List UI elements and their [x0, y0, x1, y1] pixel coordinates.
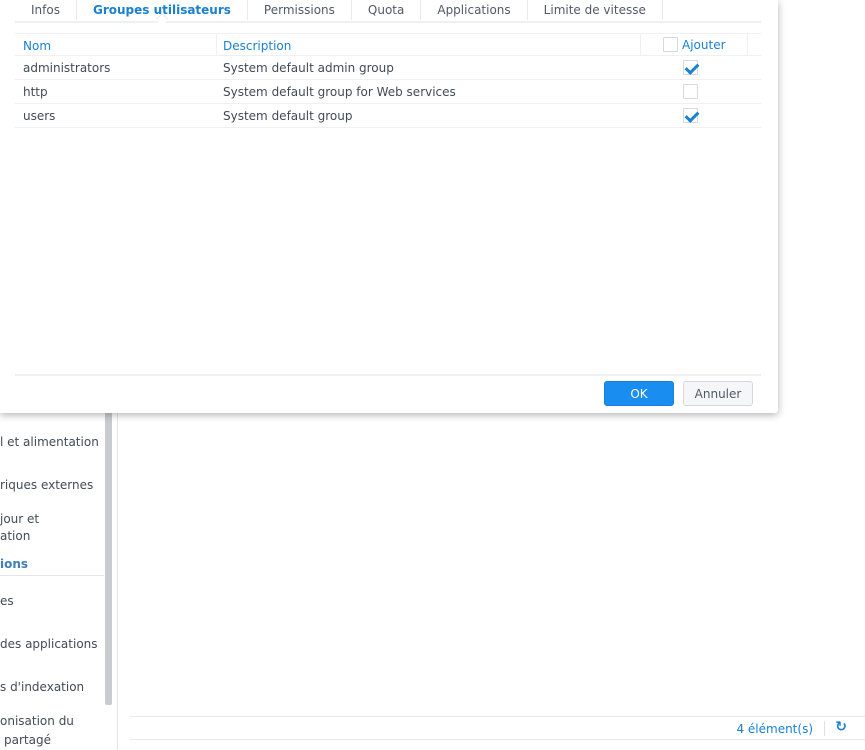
- divider: [0, 575, 104, 576]
- sidebar-item-external-devices[interactable]: riques externes: [0, 477, 93, 494]
- column-add-label: Ajouter: [682, 37, 726, 52]
- sidebar-item-update-line1[interactable]: jour et: [0, 511, 39, 528]
- column-add: Ajouter: [663, 37, 726, 52]
- sidebar-item-sync-line2[interactable]: partagé: [4, 732, 51, 749]
- divider: [824, 721, 825, 736]
- group-name: administrators: [23, 61, 111, 75]
- tab-bar: Infos Groupes utilisateurs Permissions Q…: [15, 0, 761, 23]
- add-checkbox[interactable]: [683, 60, 698, 75]
- groups-table: Nom Description Ajouter administrators S…: [15, 33, 761, 128]
- group-name: users: [23, 109, 56, 123]
- user-edit-dialog: Infos Groupes utilisateurs Permissions Q…: [0, 0, 778, 413]
- table-header: Nom Description Ajouter: [15, 33, 761, 56]
- tab-quota[interactable]: Quota: [352, 0, 422, 20]
- column-separator[interactable]: [216, 34, 217, 56]
- tab-info[interactable]: Infos: [15, 0, 77, 20]
- column-separator[interactable]: [747, 34, 748, 56]
- sidebar-scrollbar[interactable]: [105, 400, 112, 705]
- tab-permissions[interactable]: Permissions: [248, 0, 352, 20]
- tab-user-groups[interactable]: Groupes utilisateurs: [77, 0, 248, 20]
- sidebar-section-applications: ions: [0, 557, 29, 571]
- sidebar-item-update-line2[interactable]: ation: [0, 528, 30, 545]
- sidebar-item-application-portal[interactable]: des applications: [0, 636, 98, 653]
- group-description: System default group for Web services: [223, 85, 456, 99]
- tab-speed-limit[interactable]: Limite de vitesse: [528, 0, 663, 20]
- item-count: 4 élément(s): [736, 722, 813, 736]
- select-all-checkbox[interactable]: [663, 37, 678, 52]
- column-description[interactable]: Description: [223, 39, 291, 53]
- ok-button[interactable]: OK: [604, 381, 674, 406]
- sidebar-item-privileges[interactable]: es: [0, 593, 14, 610]
- refresh-icon[interactable]: ↻: [835, 719, 847, 735]
- column-name[interactable]: Nom: [23, 39, 51, 53]
- table-row[interactable]: http System default group for Web servic…: [15, 80, 761, 104]
- column-separator[interactable]: [640, 34, 641, 56]
- group-description: System default group: [223, 109, 353, 123]
- group-name: http: [23, 85, 48, 99]
- status-bar: 4 élément(s) ↻: [130, 716, 865, 740]
- table-row[interactable]: administrators System default admin grou…: [15, 56, 761, 80]
- tab-applications[interactable]: Applications: [421, 0, 528, 20]
- add-checkbox[interactable]: [683, 108, 698, 123]
- table-row[interactable]: users System default group: [15, 104, 761, 128]
- sidebar-item-indexing[interactable]: s d'indexation: [0, 679, 84, 696]
- sidebar-item-power[interactable]: l et alimentation: [0, 434, 99, 451]
- add-checkbox[interactable]: [683, 84, 698, 99]
- sidebar-item-sync-line1[interactable]: onisation du: [0, 713, 74, 730]
- group-description: System default admin group: [223, 61, 394, 75]
- divider: [15, 374, 761, 376]
- cancel-button[interactable]: Annuler: [683, 381, 753, 406]
